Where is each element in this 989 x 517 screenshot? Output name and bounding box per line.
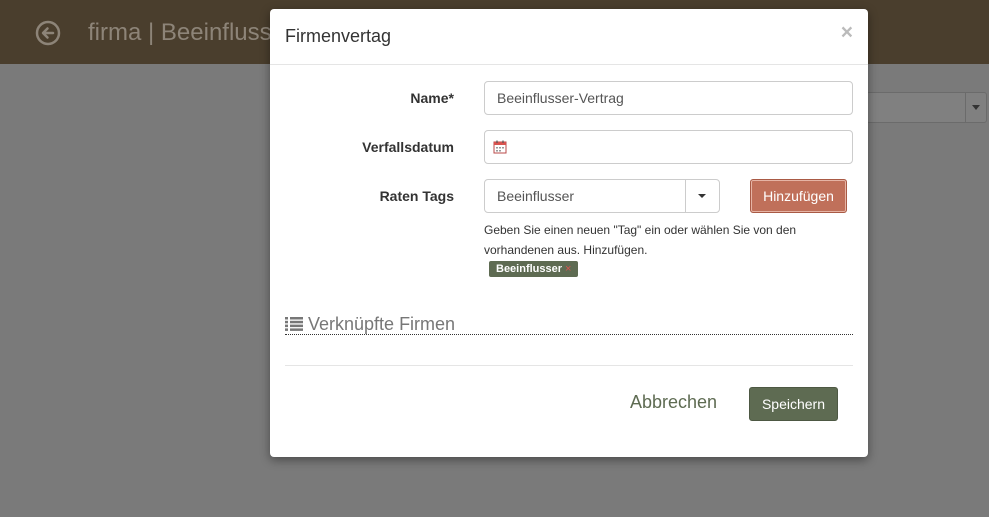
tags-label: Raten Tags bbox=[379, 188, 454, 204]
tags-help-text: Geben Sie einen neuen "Tag" ein oder wäh… bbox=[484, 223, 797, 257]
calendar-icon[interactable] bbox=[493, 140, 507, 154]
name-label: Name* bbox=[410, 90, 454, 106]
section-title: Verknüpfte Firmen bbox=[308, 314, 456, 334]
add-tag-button[interactable]: Hinzufügen bbox=[750, 179, 847, 213]
tag-label: Beeinflusser bbox=[496, 263, 563, 275]
background-select[interactable] bbox=[866, 92, 987, 123]
expiry-label: Verfallsdatum bbox=[362, 139, 454, 155]
tags-combobox-value: Beeinflusser bbox=[497, 188, 575, 204]
linked-companies-section[interactable]: Verknüpfte Firmen bbox=[285, 313, 853, 335]
save-button[interactable]: Speichern bbox=[749, 387, 838, 421]
chevron-down-icon[interactable] bbox=[685, 180, 719, 212]
modal-footer-divider bbox=[285, 365, 853, 366]
chevron-down-icon bbox=[965, 93, 986, 122]
modal-title: Firmenvertag bbox=[285, 26, 392, 46]
list-icon bbox=[285, 317, 303, 331]
expiry-date-input[interactable] bbox=[484, 130, 853, 164]
cancel-button[interactable]: Abbrechen bbox=[630, 392, 717, 413]
modal-header: Firmenvertag × bbox=[270, 9, 868, 65]
tag-badge: Beeinflusser × bbox=[489, 261, 579, 277]
back-arrow-icon[interactable] bbox=[35, 20, 61, 46]
page-title: firma | Beeinflusser bbox=[88, 19, 293, 46]
name-input[interactable] bbox=[484, 81, 853, 115]
remove-tag-icon[interactable]: × bbox=[565, 263, 571, 275]
close-icon[interactable]: × bbox=[841, 22, 853, 43]
contract-modal: Firmenvertag × Name* Verfallsdatum Raten… bbox=[270, 9, 868, 457]
tags-combobox[interactable]: Beeinflusser bbox=[484, 179, 720, 213]
